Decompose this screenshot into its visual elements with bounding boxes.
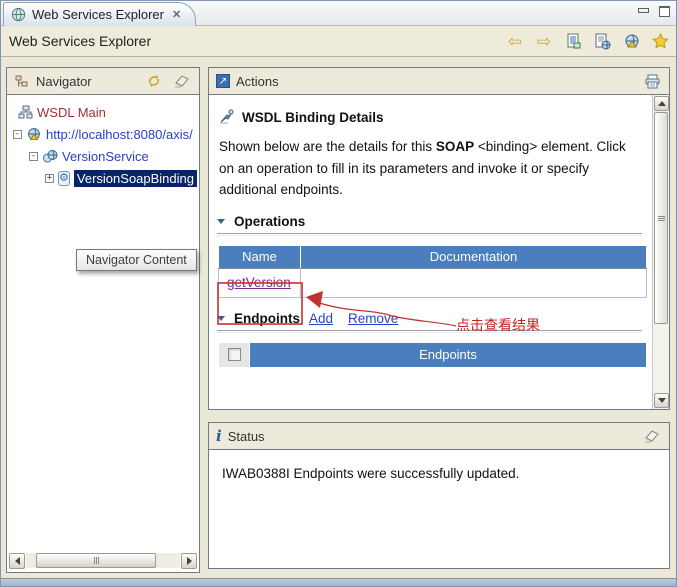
wsdl-document-icon — [26, 126, 42, 142]
navigator-tree: WSDL Main - http://localhost:8080/axis/ … — [7, 95, 199, 189]
endpoints-divider — [217, 329, 642, 333]
chevron-down-icon[interactable] — [217, 218, 225, 224]
wsdl-binding-icon — [219, 109, 235, 125]
explorer-banner: Web Services Explorer ⇦ ⇨ — [1, 26, 676, 57]
navigator-content: WSDL Main - http://localhost:8080/axis/ … — [7, 95, 199, 572]
collapse-expander-icon[interactable]: - — [13, 129, 22, 139]
web-services-explorer-window: Web Services Explorer ✕ Web Services Exp… — [0, 0, 677, 587]
status-panel: i Status IWAB0388I Endpoints were succes… — [208, 422, 670, 569]
endpoints-section-header: Endpoints Add Remove — [217, 311, 652, 326]
actions-title: Actions — [236, 73, 279, 89]
back-icon[interactable]: ⇦ — [505, 31, 525, 51]
actions-content: WSDL Binding Details Shown below are the… — [209, 95, 669, 409]
wsdl-page-icon[interactable] — [621, 31, 641, 51]
operation-getversion-link[interactable]: getVersion — [227, 275, 291, 290]
hscroll-track[interactable] — [26, 553, 180, 568]
annotation-label: 点击查看结果 — [456, 317, 540, 333]
tree-item-version-service[interactable]: - VersionService — [11, 145, 197, 167]
endpoints-title: Endpoints — [234, 310, 300, 326]
navigator-title: Navigator — [36, 73, 92, 89]
favorites-star-icon[interactable] — [650, 31, 670, 51]
operations-divider — [217, 232, 642, 236]
minimize-icon[interactable] — [638, 7, 649, 17]
close-icon[interactable]: ✕ — [170, 8, 183, 21]
navigator-header: Navigator — [7, 68, 199, 95]
refresh-icon[interactable] — [144, 71, 164, 91]
remove-endpoint-link[interactable]: Remove — [348, 311, 398, 326]
scroll-down-icon[interactable] — [654, 393, 669, 408]
operations-title: Operations — [234, 213, 306, 229]
actions-vscrollbar[interactable] — [652, 95, 669, 409]
tree-label-selected[interactable]: VersionSoapBinding — [73, 169, 197, 187]
tree-item-version-soap-binding[interactable]: + ⚙ VersionSoapBinding — [11, 167, 197, 189]
page-title: Web Services Explorer — [9, 33, 152, 49]
vscroll-thumb[interactable] — [654, 112, 668, 324]
window-bottom-edge — [1, 578, 676, 586]
select-all-cell — [218, 341, 250, 368]
forward-icon[interactable]: ⇨ — [534, 31, 554, 51]
column-header-documentation: Documentation — [300, 244, 647, 269]
tree-label[interactable]: VersionService — [62, 149, 149, 164]
endpoints-table: Endpoints — [218, 341, 647, 368]
status-title: Status — [227, 428, 265, 444]
wsil-page-icon[interactable] — [592, 31, 612, 51]
tab-title: Web Services Explorer — [32, 7, 164, 22]
status-content: IWAB0388I Endpoints were successfully up… — [209, 450, 669, 568]
uddi-page-icon[interactable] — [563, 31, 583, 51]
tree-item-wsdl-main[interactable]: WSDL Main — [11, 101, 197, 123]
operation-documentation-cell — [300, 267, 647, 298]
print-icon[interactable] — [642, 71, 662, 91]
tree-item-wsdl-url[interactable]: - http://localhost:8080/axis/ — [11, 123, 197, 145]
select-all-checkbox[interactable] — [227, 348, 241, 362]
status-header: i Status — [209, 423, 669, 450]
navigator-hscrollbar[interactable] — [9, 552, 197, 569]
scroll-right-icon[interactable] — [181, 552, 197, 569]
column-header-endpoints: Endpoints — [249, 341, 647, 368]
expand-expander-icon[interactable]: + — [45, 173, 54, 183]
navigator-tooltip: Navigator Content — [76, 249, 197, 271]
hscroll-thumb[interactable] — [36, 553, 156, 568]
binding-details-heading-row: WSDL Binding Details — [219, 109, 652, 125]
chevron-down-icon[interactable] — [217, 315, 225, 321]
column-header-name: Name — [218, 244, 301, 269]
actions-form-icon: ↗ — [216, 74, 230, 88]
banner-toolbar: ⇦ ⇨ — [505, 31, 670, 51]
maximize-icon[interactable] — [659, 6, 670, 17]
navigator-tree-icon — [14, 73, 30, 89]
service-icon — [42, 148, 58, 164]
scroll-up-icon[interactable] — [654, 96, 669, 111]
collapse-expander-icon[interactable]: - — [29, 151, 38, 161]
navigator-panel: Navigator WSDL Main - http://localhost:8… — [6, 67, 200, 573]
actions-panel: ↗ Actions WSDL Binding Details Shown bel… — [208, 67, 670, 410]
scroll-left-icon[interactable] — [9, 552, 25, 569]
globe-icon — [10, 7, 26, 23]
add-endpoint-link[interactable]: Add — [309, 311, 333, 326]
operations-section-header: Operations — [217, 214, 652, 229]
tree-label[interactable]: WSDL Main — [37, 105, 106, 120]
clear-eraser-icon[interactable] — [172, 71, 192, 91]
tree-label[interactable]: http://localhost:8080/axis/ — [46, 127, 193, 142]
info-icon: i — [216, 427, 222, 445]
operations-table: Name Documentation getVersion — [218, 244, 647, 298]
binding-description: Shown below are the details for this SOA… — [219, 139, 626, 198]
table-row: getVersion — [218, 267, 647, 298]
status-message: IWAB0388I Endpoints were successfully up… — [222, 466, 520, 481]
binding-details-heading: WSDL Binding Details — [242, 109, 384, 125]
binding-gear-icon: ⚙ — [58, 170, 70, 186]
clear-status-eraser-icon[interactable] — [642, 426, 662, 446]
soap-bold: SOAP — [435, 139, 475, 154]
wsdl-main-icon — [17, 104, 33, 120]
view-tab-bar: Web Services Explorer ✕ — [1, 1, 676, 26]
actions-header: ↗ Actions — [209, 68, 669, 95]
tab-web-services-explorer[interactable]: Web Services Explorer ✕ — [3, 2, 197, 26]
